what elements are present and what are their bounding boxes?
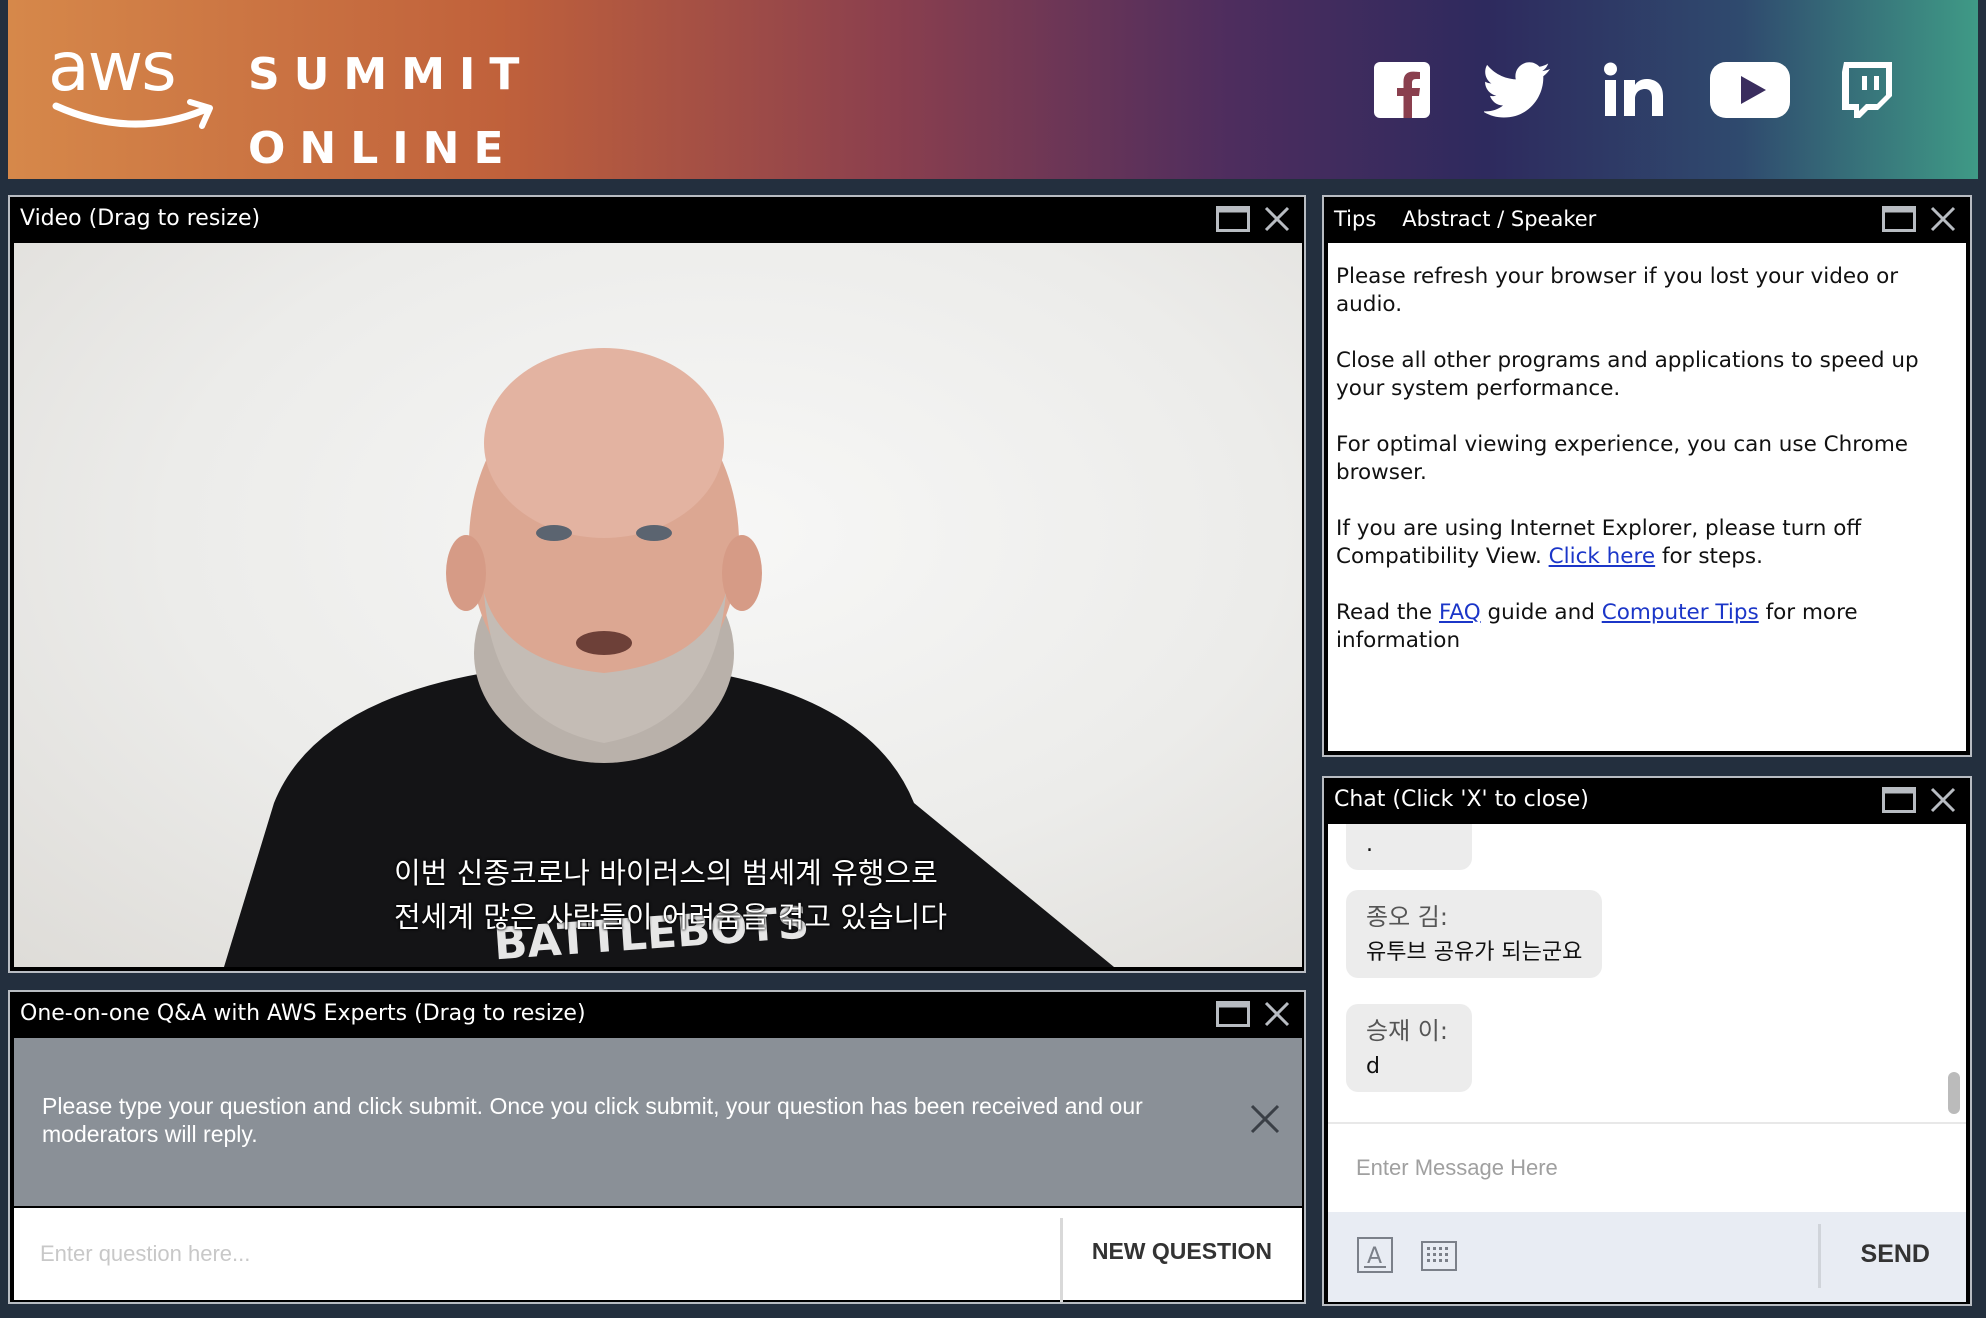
subtitle-line: 이번 신종코로나 바이러스의 범세계 유행으로 bbox=[394, 856, 938, 890]
maximize-icon[interactable] bbox=[1216, 1000, 1250, 1028]
chat-message: 승재 이: d bbox=[1346, 1004, 1472, 1092]
video-panel-title: Video (Drag to resize) bbox=[20, 206, 261, 231]
send-button[interactable]: SEND bbox=[1861, 1240, 1930, 1269]
video-panel[interactable]: Video (Drag to resize) BATTLEBOTS 이번 신종코… bbox=[8, 195, 1306, 973]
tab-abstract-speaker[interactable]: Abstract / Speaker bbox=[1402, 197, 1596, 241]
tip-paragraph: Read the FAQ guide and Computer Tips for… bbox=[1336, 599, 1958, 655]
qa-notice-text: Please type your question and click subm… bbox=[42, 1093, 1143, 1147]
subtitle-line: 전세계 많은 사람들이 어려움을 겪고 있습니다 bbox=[394, 900, 948, 934]
tips-content: Please refresh your browser if you lost … bbox=[1328, 243, 1966, 751]
maximize-icon[interactable] bbox=[1882, 786, 1916, 814]
chat-panel[interactable]: Chat (Click 'X' to close) . 종오 김: 유투브 공유… bbox=[1322, 776, 1972, 1306]
divider bbox=[1060, 1218, 1063, 1302]
close-icon[interactable] bbox=[1260, 1000, 1294, 1028]
chat-message-author: 종오 김: bbox=[1366, 903, 1448, 931]
header-banner: aws SUMMIT ONLINE bbox=[8, 0, 1978, 179]
tip-paragraph: For optimal viewing experience, you can … bbox=[1336, 432, 1908, 485]
aws-logo-text: aws bbox=[48, 28, 177, 107]
question-input[interactable] bbox=[14, 1208, 1058, 1300]
linkedin-icon[interactable] bbox=[1594, 58, 1674, 122]
close-icon[interactable] bbox=[1926, 205, 1960, 233]
qa-panel[interactable]: One-on-one Q&A with AWS Experts (Drag to… bbox=[8, 990, 1306, 1304]
chat-message-text: d bbox=[1366, 1054, 1380, 1079]
close-icon[interactable] bbox=[1926, 786, 1960, 814]
tips-panel[interactable]: Tips Abstract / Speaker Please refresh y… bbox=[1322, 195, 1972, 757]
tip-text: for steps. bbox=[1655, 544, 1763, 569]
chat-message: 종오 김: 유투브 공유가 되는군요 bbox=[1346, 890, 1603, 978]
click-here-link[interactable]: Click here bbox=[1549, 544, 1656, 569]
chat-message-text: . bbox=[1366, 832, 1373, 857]
chat-scrollbar[interactable] bbox=[1948, 1072, 1960, 1114]
close-icon[interactable] bbox=[1250, 1104, 1280, 1138]
aws-logo: aws bbox=[48, 34, 218, 144]
social-links bbox=[1362, 58, 1906, 122]
maximize-icon[interactable] bbox=[1882, 205, 1916, 233]
divider bbox=[1818, 1224, 1821, 1288]
chat-toolbar: A SEND bbox=[1328, 1212, 1966, 1302]
tip-text: guide and bbox=[1480, 600, 1602, 625]
keyboard-icon[interactable] bbox=[1420, 1236, 1458, 1274]
computer-tips-link[interactable]: Computer Tips bbox=[1602, 600, 1759, 625]
video-player[interactable]: BATTLEBOTS 이번 신종코로나 바이러스의 범세계 유행으로 전세계 많… bbox=[14, 243, 1302, 967]
qa-panel-titlebar[interactable]: One-on-one Q&A with AWS Experts (Drag to… bbox=[10, 992, 1304, 1036]
youtube-icon[interactable] bbox=[1710, 58, 1790, 122]
tab-tips[interactable]: Tips bbox=[1334, 197, 1376, 241]
new-question-button[interactable]: NEW QUESTION bbox=[1092, 1238, 1272, 1265]
qa-notice-banner: Please type your question and click subm… bbox=[14, 1038, 1302, 1206]
maximize-icon[interactable] bbox=[1216, 205, 1250, 233]
chat-body: . 종오 김: 유투브 공유가 되는군요 승재 이: d A SEND bbox=[1328, 824, 1966, 1302]
close-icon[interactable] bbox=[1260, 205, 1294, 233]
font-format-icon[interactable]: A bbox=[1356, 1236, 1394, 1274]
qa-input-row: NEW QUESTION bbox=[14, 1208, 1302, 1302]
chat-message-input[interactable] bbox=[1328, 1124, 1966, 1212]
chat-panel-title: Chat (Click 'X' to close) bbox=[1334, 787, 1589, 812]
chat-panel-titlebar[interactable]: Chat (Click 'X' to close) bbox=[1324, 778, 1970, 822]
chat-message: . bbox=[1346, 824, 1472, 870]
chat-message-text: 유투브 공유가 되는군요 bbox=[1366, 940, 1583, 965]
twitter-icon[interactable] bbox=[1478, 58, 1558, 122]
tip-paragraph: Please refresh your browser if you lost … bbox=[1336, 264, 1899, 317]
tip-paragraph: If you are using Internet Explorer, plea… bbox=[1336, 515, 1958, 571]
tips-panel-titlebar[interactable]: Tips Abstract / Speaker bbox=[1324, 197, 1970, 241]
video-subtitles: 이번 신종코로나 바이러스의 범세계 유행으로 전세계 많은 사람들이 어려움을… bbox=[394, 851, 947, 939]
qa-panel-title: One-on-one Q&A with AWS Experts (Drag to… bbox=[20, 1001, 586, 1026]
facebook-icon[interactable] bbox=[1362, 58, 1442, 122]
summit-online-title: SUMMIT ONLINE bbox=[248, 38, 533, 186]
tip-text: Read the bbox=[1336, 600, 1439, 625]
tip-paragraph: Close all other programs and application… bbox=[1336, 348, 1919, 401]
aws-smile-icon bbox=[52, 99, 213, 129]
chat-message-author: 승재 이: bbox=[1366, 1017, 1448, 1045]
twitch-icon[interactable] bbox=[1826, 58, 1906, 122]
video-panel-titlebar[interactable]: Video (Drag to resize) bbox=[10, 197, 1304, 241]
online-line: ONLINE bbox=[248, 123, 518, 174]
chat-message-list[interactable]: . 종오 김: 유투브 공유가 되는군요 승재 이: d bbox=[1328, 824, 1966, 1122]
summit-line: SUMMIT bbox=[248, 49, 534, 100]
svg-text:A: A bbox=[1367, 1244, 1382, 1269]
faq-link[interactable]: FAQ bbox=[1439, 600, 1481, 625]
